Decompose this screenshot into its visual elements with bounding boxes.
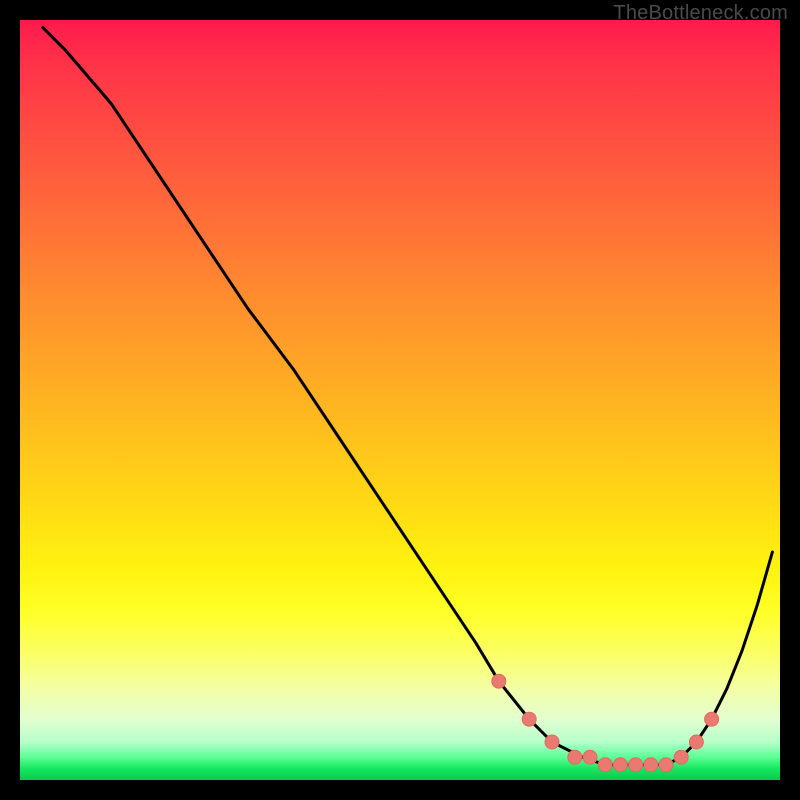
curve-layer [20,20,780,780]
optimal-markers [492,674,719,772]
optimal-dot [629,758,643,772]
plot-area [20,20,780,780]
optimal-dot [689,735,703,749]
bottleneck-curve [43,28,773,765]
optimal-dot [674,750,688,764]
optimal-dot [522,712,536,726]
optimal-dot [613,758,627,772]
optimal-dot [583,750,597,764]
optimal-dot [545,735,559,749]
optimal-dot [705,712,719,726]
optimal-dot [644,758,658,772]
optimal-dot [659,758,673,772]
chart-stage: TheBottleneck.com [0,0,800,800]
optimal-dot [492,674,506,688]
optimal-dot [598,758,612,772]
optimal-dot [568,750,582,764]
